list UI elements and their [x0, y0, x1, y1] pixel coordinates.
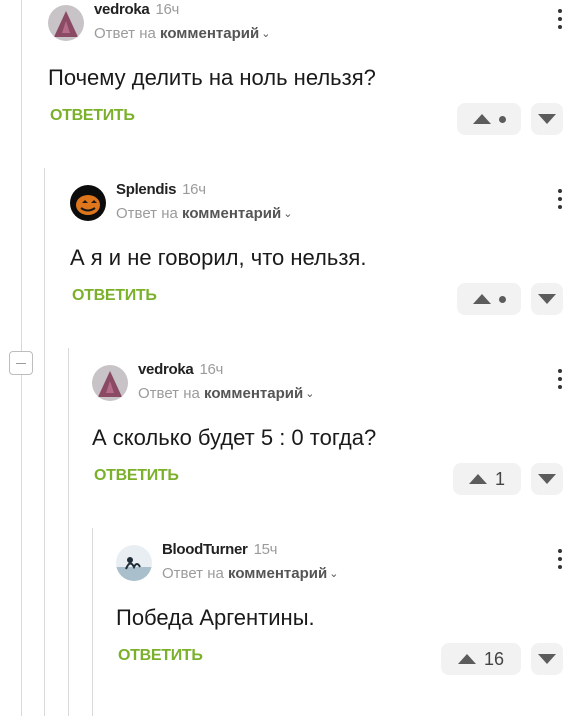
- reply-button[interactable]: ОТВЕТИТЬ: [50, 107, 135, 125]
- reply-button[interactable]: ОТВЕТИТЬ: [72, 287, 157, 305]
- reply-target: комментарий: [160, 25, 260, 42]
- reply-to-link[interactable]: Ответ на комментарий ⌄: [94, 25, 270, 42]
- comment-time: 16ч: [199, 361, 224, 378]
- thread-line: [92, 528, 93, 716]
- arrow-up-icon: [472, 294, 491, 304]
- reply-to-link[interactable]: Ответ на комментарий ⌄: [116, 205, 292, 222]
- chevron-down-icon: ⌄: [283, 208, 293, 220]
- arrow-up-icon: [457, 654, 476, 664]
- downvote-button[interactable]: [531, 643, 563, 675]
- downvote-button[interactable]: [531, 103, 563, 135]
- arrow-up-icon: [468, 474, 487, 484]
- reply-prefix: Ответ на: [162, 565, 224, 582]
- reply-to-link[interactable]: Ответ на комментарий ⌄: [138, 385, 314, 402]
- more-options-icon[interactable]: [557, 9, 563, 33]
- thread-line: [21, 0, 22, 351]
- collapse-thread-button[interactable]: [9, 351, 33, 375]
- rating-score: 16: [483, 648, 505, 669]
- upvote-button[interactable]: 16: [441, 643, 521, 675]
- thread-line: [21, 375, 22, 716]
- thread-line: [68, 348, 69, 716]
- arrow-up-icon: [472, 114, 491, 124]
- comment-time: 16ч: [155, 1, 180, 18]
- arrow-down-icon: [538, 654, 556, 664]
- reply-prefix: Ответ на: [116, 205, 178, 222]
- rating-hidden-dot: [498, 295, 506, 303]
- reply-target: комментарий: [182, 205, 282, 222]
- comment-text: Почему делить на ноль нельзя?: [48, 65, 376, 90]
- comment: Splendis 16ч Ответ на комментарий ⌄ А я и …: [70, 175, 581, 335]
- pumpkin-avatar[interactable]: [70, 185, 106, 221]
- chevron-down-icon: ⌄: [305, 388, 315, 400]
- comment-text: А я и не говорил, что нельзя.: [70, 245, 367, 270]
- arrow-down-icon: [538, 114, 556, 124]
- witch-hat-avatar[interactable]: [92, 365, 128, 401]
- reply-prefix: Ответ на: [94, 25, 156, 42]
- reply-target: комментарий: [204, 385, 304, 402]
- landscape-avatar[interactable]: [116, 545, 152, 581]
- comment-time: 16ч: [182, 181, 206, 198]
- comment-text: Победа Аргентины.: [116, 605, 315, 630]
- comment: BloodTurner 15ч Ответ на комментарий ⌄ Поб…: [116, 535, 581, 695]
- author-name[interactable]: BloodTurner: [162, 541, 248, 558]
- more-options-icon[interactable]: [557, 189, 563, 213]
- downvote-button[interactable]: [531, 463, 563, 495]
- author-name[interactable]: vedroka: [138, 361, 194, 378]
- more-options-icon[interactable]: [557, 369, 563, 393]
- downvote-button[interactable]: [531, 283, 563, 315]
- author-name[interactable]: Splendis: [116, 181, 176, 198]
- reply-to-link[interactable]: Ответ на комментарий ⌄: [162, 565, 338, 582]
- reply-button[interactable]: ОТВЕТИТЬ: [118, 647, 203, 665]
- reply-prefix: Ответ на: [138, 385, 200, 402]
- comment-time: 15ч: [253, 541, 278, 558]
- more-options-icon[interactable]: [557, 549, 563, 573]
- comment-text: А сколько будет 5 : 0 тогда?: [92, 425, 377, 450]
- upvote-button[interactable]: 1: [453, 463, 521, 495]
- upvote-button[interactable]: [457, 283, 521, 315]
- reply-target: комментарий: [228, 565, 328, 582]
- witch-hat-avatar[interactable]: [48, 5, 84, 41]
- rating-hidden-dot: [498, 115, 506, 123]
- reply-button[interactable]: ОТВЕТИТЬ: [94, 467, 179, 485]
- author-name[interactable]: vedroka: [94, 1, 150, 18]
- comment: vedroka 16ч Ответ на комментарий ⌄ А сколь…: [92, 355, 581, 515]
- rating-score: 1: [494, 468, 505, 489]
- chevron-down-icon: ⌄: [329, 568, 339, 580]
- thread-line: [44, 168, 45, 716]
- chevron-down-icon: ⌄: [261, 28, 271, 40]
- comment: vedroka 16ч Ответ на комментарий ⌄ Почему …: [48, 0, 581, 155]
- arrow-down-icon: [538, 294, 556, 304]
- arrow-down-icon: [538, 474, 556, 484]
- upvote-button[interactable]: [457, 103, 521, 135]
